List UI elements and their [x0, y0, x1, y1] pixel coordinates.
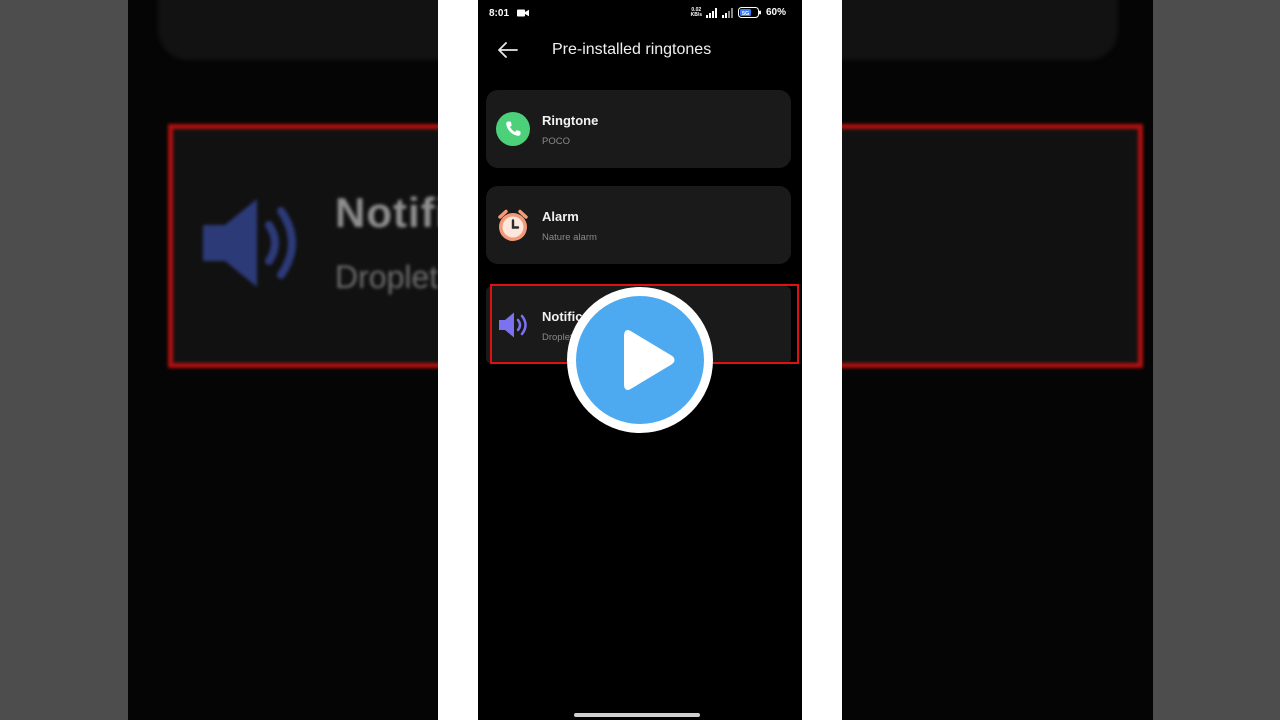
signal-icon [705, 7, 717, 18]
play-icon [624, 330, 675, 390]
list-item-subtitle: POCO [542, 136, 570, 147]
list-item-title: Ringtone [542, 113, 599, 128]
back-button[interactable] [494, 36, 522, 64]
battery-percent: 60% [765, 7, 786, 18]
status-bar: 8:01 0.02 KB/s 5G 60% [478, 0, 802, 28]
back-arrow-icon [498, 42, 518, 58]
home-indicator[interactable] [574, 713, 700, 717]
alarm-clock-icon [498, 209, 528, 241]
backdrop-subtitle: Droplet [335, 259, 439, 295]
status-time: 8:01 [489, 8, 510, 19]
right-gutter [1153, 0, 1280, 720]
play-button-inner [576, 296, 704, 424]
video-camera-icon [517, 9, 529, 17]
battery-icon: 5G [737, 7, 761, 18]
network-speed: 0.02 KB/s [690, 6, 702, 18]
list-item-title: Alarm [542, 209, 579, 224]
left-gutter [0, 0, 128, 720]
left-white-bar [438, 0, 478, 720]
backdrop-speaker-icon [203, 199, 296, 287]
list-item-alarm[interactable]: Alarm Nature alarm [486, 186, 791, 264]
network-badge: 5G [742, 11, 749, 17]
status-right-group: 0.02 KB/s 5G 60% [691, 7, 786, 18]
signal-icon-2 [721, 7, 733, 18]
right-white-bar [802, 0, 842, 720]
page-header: Pre-installed ringtones [478, 36, 802, 66]
play-button[interactable] [567, 287, 713, 433]
list-item-ringtone[interactable]: Ringtone POCO [486, 90, 791, 168]
list-item-subtitle: Nature alarm [542, 232, 597, 243]
page-title: Pre-installed ringtones [552, 41, 712, 58]
phone-icon [496, 112, 530, 146]
